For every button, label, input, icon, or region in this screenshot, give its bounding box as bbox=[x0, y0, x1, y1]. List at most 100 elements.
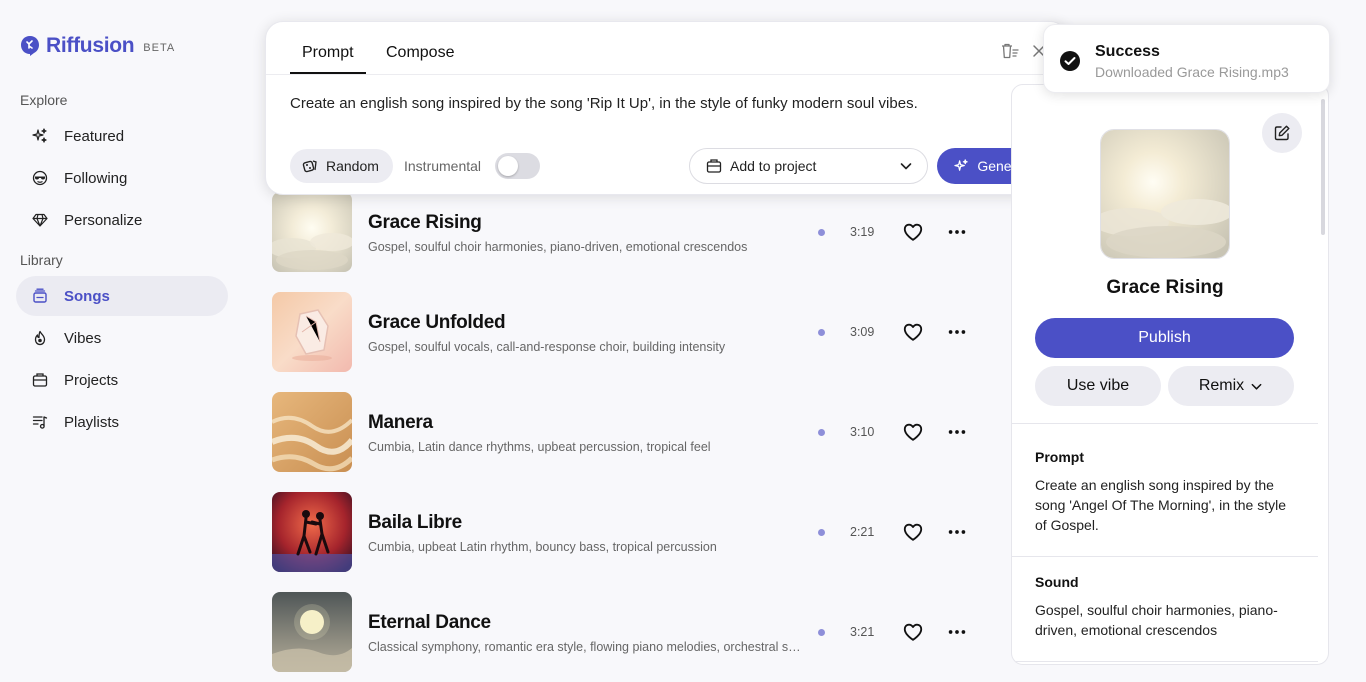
song-duration: 3:09 bbox=[850, 325, 875, 339]
chevron-down-icon bbox=[900, 163, 912, 170]
tab-prompt[interactable]: Prompt bbox=[290, 44, 366, 74]
sound-heading: Sound bbox=[1035, 574, 1079, 590]
more-options-icon[interactable] bbox=[946, 521, 968, 543]
tab-compose[interactable]: Compose bbox=[374, 44, 466, 74]
check-circle-icon bbox=[1060, 51, 1080, 71]
heart-icon[interactable] bbox=[902, 321, 924, 343]
status-dot bbox=[818, 229, 825, 236]
song-description: Cumbia, Latin dance rhythms, upbeat perc… bbox=[368, 440, 711, 454]
toggle-knob bbox=[498, 156, 518, 176]
panel-scrollbar[interactable] bbox=[1321, 99, 1325, 235]
sidebar-item-playlists[interactable]: Playlists bbox=[16, 402, 228, 442]
toast-title: Success bbox=[1095, 43, 1160, 60]
toast-message: Downloaded Grace Rising.mp3 bbox=[1095, 64, 1289, 80]
song-duration: 2:21 bbox=[850, 525, 875, 539]
song-cover-image[interactable] bbox=[272, 592, 352, 672]
song-row-baila-libre[interactable]: Baila Libre Cumbia, upbeat Latin rhythm,… bbox=[272, 492, 992, 572]
sidebar-item-featured[interactable]: Featured bbox=[16, 116, 228, 156]
more-options-icon[interactable] bbox=[946, 321, 968, 343]
tab-divider bbox=[266, 74, 1069, 75]
prompt-text: Create an english song inspired by the s… bbox=[1035, 477, 1287, 533]
song-title[interactable]: Manera bbox=[368, 412, 433, 434]
folder-icon bbox=[706, 159, 722, 173]
song-cover-image[interactable] bbox=[272, 192, 352, 272]
edit-button[interactable] bbox=[1262, 113, 1302, 153]
sidebar-item-label: Personalize bbox=[64, 211, 143, 229]
song-cover-image[interactable] bbox=[272, 492, 352, 572]
remix-button[interactable]: Remix bbox=[1168, 366, 1294, 406]
song-title[interactable]: Baila Libre bbox=[368, 512, 462, 534]
more-options-icon[interactable] bbox=[946, 221, 968, 243]
gem-icon bbox=[32, 212, 48, 228]
song-title[interactable]: Grace Unfolded bbox=[368, 312, 506, 334]
song-duration: 3:21 bbox=[850, 625, 875, 639]
brand-logo[interactable]: Riffusion BETA bbox=[20, 34, 175, 58]
random-label: Random bbox=[326, 158, 379, 174]
heart-icon[interactable] bbox=[902, 221, 924, 243]
section-label-library: Library bbox=[20, 252, 63, 268]
chevron-down-icon bbox=[1251, 383, 1262, 390]
song-row-eternal-dance[interactable]: Eternal Dance Classical symphony, romant… bbox=[272, 592, 992, 672]
status-dot bbox=[818, 329, 825, 336]
playlist-icon bbox=[32, 414, 48, 430]
beta-badge: BETA bbox=[143, 42, 176, 54]
sound-text: Gospel, soulful choir harmonies, piano-d… bbox=[1035, 602, 1278, 638]
fire-icon bbox=[32, 330, 48, 346]
status-dot bbox=[818, 629, 825, 636]
sidebar-item-label: Songs bbox=[64, 287, 110, 305]
song-duration: 3:10 bbox=[850, 425, 875, 439]
heart-icon[interactable] bbox=[902, 421, 924, 443]
library-icon bbox=[32, 288, 48, 304]
more-options-icon[interactable] bbox=[946, 621, 968, 643]
sidebar-item-songs[interactable]: Songs bbox=[16, 276, 228, 316]
more-options-icon[interactable] bbox=[946, 421, 968, 443]
section-divider bbox=[1012, 661, 1318, 662]
heart-icon[interactable] bbox=[902, 521, 924, 543]
section-divider bbox=[1012, 423, 1318, 424]
sidebar-item-label: Projects bbox=[64, 371, 119, 389]
detail-song-title: Grace Rising bbox=[1106, 277, 1224, 298]
sidebar-item-label: Featured bbox=[64, 127, 125, 145]
sidebar-item-personalize[interactable]: Personalize bbox=[16, 200, 228, 240]
song-row-grace-rising[interactable]: Grace Rising Gospel, soulful choir harmo… bbox=[272, 192, 992, 272]
sidebar-item-following[interactable]: Following bbox=[16, 158, 228, 198]
song-title[interactable]: Eternal Dance bbox=[368, 612, 491, 634]
song-cover-image[interactable] bbox=[272, 292, 352, 372]
project-select-value: Add to project bbox=[730, 158, 817, 174]
sidebar-item-label: Playlists bbox=[64, 413, 120, 431]
sunglasses-face-icon bbox=[32, 170, 48, 186]
add-to-project-select[interactable]: Add to project bbox=[689, 148, 928, 184]
prompt-heading: Prompt bbox=[1035, 449, 1084, 465]
instrumental-label: Instrumental bbox=[404, 158, 482, 174]
song-description: Gospel, soulful choir harmonies, piano-d… bbox=[368, 240, 748, 254]
heart-icon[interactable] bbox=[902, 621, 924, 643]
prompt-input[interactable]: Create an english song inspired by the s… bbox=[290, 95, 918, 112]
random-button[interactable]: Random bbox=[290, 149, 393, 183]
sidebar-item-projects[interactable]: Projects bbox=[16, 360, 228, 400]
clear-prompt-icon[interactable] bbox=[1000, 42, 1020, 60]
sidebar-item-vibes[interactable]: Vibes bbox=[16, 318, 228, 358]
song-row-manera[interactable]: Manera Cumbia, Latin dance rhythms, upbe… bbox=[272, 392, 992, 472]
song-cover-image[interactable] bbox=[272, 392, 352, 472]
folder-icon bbox=[32, 372, 48, 388]
brand-name: Riffusion bbox=[46, 34, 135, 57]
section-divider bbox=[1012, 556, 1318, 557]
song-detail-panel: Grace Rising Publish Use vibe Remix Prom… bbox=[1011, 84, 1329, 665]
song-title[interactable]: Grace Rising bbox=[368, 212, 482, 234]
song-duration: 3:19 bbox=[850, 225, 875, 239]
detail-cover-image bbox=[1100, 129, 1230, 259]
status-dot bbox=[818, 529, 825, 536]
song-description: Classical symphony, romantic era style, … bbox=[368, 640, 808, 654]
success-toast: Success Downloaded Grace Rising.mp3 bbox=[1043, 24, 1330, 93]
publish-button[interactable]: Publish bbox=[1035, 318, 1294, 358]
use-vibe-button[interactable]: Use vibe bbox=[1035, 366, 1161, 406]
remix-label: Remix bbox=[1198, 377, 1245, 394]
song-row-grace-unfolded[interactable]: Grace Unfolded Gospel, soulful vocals, c… bbox=[272, 292, 992, 372]
sparkle-icon bbox=[954, 158, 969, 171]
song-description: Cumbia, upbeat Latin rhythm, bouncy bass… bbox=[368, 540, 717, 554]
edit-icon bbox=[1274, 125, 1290, 141]
status-dot bbox=[818, 429, 825, 436]
instrumental-toggle[interactable] bbox=[495, 153, 540, 179]
sidebar-item-label: Following bbox=[64, 169, 128, 187]
sidebar: Riffusion BETA Explore Featured Followin… bbox=[0, 0, 244, 682]
